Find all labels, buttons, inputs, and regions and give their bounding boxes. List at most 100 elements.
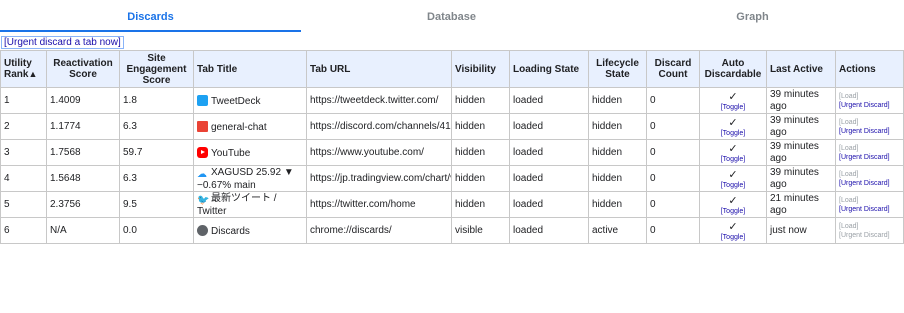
discard-count-cell: 0 xyxy=(646,165,700,192)
visibility-cell: visible xyxy=(451,217,510,244)
toggle-link[interactable]: [Toggle] xyxy=(703,233,763,242)
engagement-cell: 1.8 xyxy=(119,87,194,114)
loading-cell: loaded xyxy=(509,139,589,166)
discards-table: Utility Rank▲ Reactivation Score Site En… xyxy=(0,50,904,244)
tab-title: XAGUSD 25.92 ▼ −0.67% main xyxy=(197,166,294,191)
title-cell: general-chat xyxy=(193,113,307,140)
checkmark-icon: ✓ xyxy=(728,90,738,103)
last-active-cell: 39 minutes ago xyxy=(766,113,836,140)
header-loading-state[interactable]: Loading State xyxy=(509,50,589,88)
last-active-cell: 39 minutes ago xyxy=(766,165,836,192)
table-row: 4 1.5648 6.3 ☁ XAGUSD 25.92 ▼ −0.67% main… xyxy=(0,165,904,192)
header-tab-url[interactable]: Tab URL xyxy=(306,50,452,88)
rank-cell: 6 xyxy=(0,217,47,244)
loading-cell: loaded xyxy=(509,165,589,192)
tab-title: general-chat xyxy=(211,121,267,133)
actions-cell: [Load] [Urgent Discard] xyxy=(835,87,904,114)
lifecycle-cell: hidden xyxy=(588,191,647,218)
discard-count-cell: 0 xyxy=(646,191,700,218)
visibility-cell: hidden xyxy=(451,113,510,140)
url-cell: https://tweetdeck.twitter.com/ xyxy=(306,87,452,114)
toggle-link[interactable]: [Toggle] xyxy=(703,129,763,138)
header-actions: Actions xyxy=(835,50,904,88)
reactivation-cell: 1.7568 xyxy=(46,139,120,166)
actions-cell: [Load] [Urgent Discard] xyxy=(835,139,904,166)
url-cell: https://twitter.com/home xyxy=(306,191,452,218)
title-cell: ☁ XAGUSD 25.92 ▼ −0.67% main xyxy=(193,165,307,192)
discord-icon xyxy=(197,120,208,132)
urgent-discard-link: [Urgent Discard] xyxy=(839,231,890,239)
last-active-cell: 39 minutes ago xyxy=(766,139,836,166)
tweetdeck-icon xyxy=(197,94,208,106)
tab-discards[interactable]: Discards xyxy=(0,0,301,32)
table-header-row: Utility Rank▲ Reactivation Score Site En… xyxy=(0,50,904,88)
engagement-cell: 59.7 xyxy=(119,139,194,166)
actions-cell: [Load] [Urgent Discard] xyxy=(835,191,904,218)
visibility-cell: hidden xyxy=(451,191,510,218)
table-row: 3 1.7568 59.7 YouTube https://www.youtub… xyxy=(0,139,904,166)
title-cell: 🐦 最新ツイート / Twitter xyxy=(193,191,307,218)
load-link: [Load] xyxy=(839,144,859,152)
urgent-discard-link[interactable]: [Urgent Discard] xyxy=(839,179,900,188)
rank-cell: 2 xyxy=(0,113,47,140)
urgent-discard-now-link[interactable]: [Urgent discard a tab now] xyxy=(1,36,124,49)
header-tab-title[interactable]: Tab Title xyxy=(193,50,307,88)
header-last-active[interactable]: Last Active xyxy=(766,50,836,88)
reactivation-cell: 1.4009 xyxy=(46,87,120,114)
lifecycle-cell: active xyxy=(588,217,647,244)
urgent-discard-link[interactable]: [Urgent Discard] xyxy=(839,153,900,162)
header-utility-rank[interactable]: Utility Rank▲ xyxy=(0,50,47,88)
header-auto-discardable[interactable]: Auto Discardable xyxy=(699,50,767,88)
toggle-link[interactable]: [Toggle] xyxy=(703,181,763,190)
engagement-cell: 6.3 xyxy=(119,165,194,192)
engagement-cell: 0.0 xyxy=(119,217,194,244)
table-row: 2 1.1774 6.3 general-chat https://discor… xyxy=(0,113,904,140)
discard-count-cell: 0 xyxy=(646,113,700,140)
toggle-link[interactable]: [Toggle] xyxy=(703,155,763,164)
tab-title: YouTube xyxy=(211,147,251,159)
youtube-icon xyxy=(197,146,208,158)
table-row: 6 N/A 0.0 Discards chrome://discards/ vi… xyxy=(0,217,904,244)
lifecycle-cell: hidden xyxy=(588,87,647,114)
header-visibility[interactable]: Visibility xyxy=(451,50,510,88)
header-site-engagement-score[interactable]: Site Engagement Score xyxy=(119,50,194,88)
header-discard-count[interactable]: Discard Count xyxy=(646,50,700,88)
actions-cell: [Load] [Urgent Discard] xyxy=(835,113,904,140)
urgent-discard-link[interactable]: [Urgent Discard] xyxy=(839,205,900,214)
twitter-icon: 🐦 xyxy=(197,194,210,206)
toggle-link[interactable]: [Toggle] xyxy=(703,103,763,112)
load-link: [Load] xyxy=(839,196,859,204)
urgent-discard-link[interactable]: [Urgent Discard] xyxy=(839,127,900,136)
visibility-cell: hidden xyxy=(451,87,510,114)
reactivation-cell: 1.5648 xyxy=(46,165,120,192)
url-cell: https://jp.tradingview.com/chart/vg xyxy=(306,165,452,192)
engagement-cell: 9.5 xyxy=(119,191,194,218)
reactivation-cell: 2.3756 xyxy=(46,191,120,218)
rank-cell: 1 xyxy=(0,87,47,114)
auto-discardable-cell: ✓ [Toggle] xyxy=(699,165,767,192)
loading-cell: loaded xyxy=(509,191,589,218)
auto-discardable-cell: ✓ [Toggle] xyxy=(699,217,767,244)
loading-cell: loaded xyxy=(509,217,589,244)
header-reactivation-score[interactable]: Reactivation Score xyxy=(46,50,120,88)
tab-database[interactable]: Database xyxy=(301,0,602,32)
auto-discardable-cell: ✓ [Toggle] xyxy=(699,191,767,218)
lifecycle-cell: hidden xyxy=(588,165,647,192)
reactivation-cell: N/A xyxy=(46,217,120,244)
actions-cell: [Load] [Urgent Discard] xyxy=(835,165,904,192)
actions-cell: [Load] [Urgent Discard] xyxy=(835,217,904,244)
visibility-cell: hidden xyxy=(451,139,510,166)
auto-discardable-cell: ✓ [Toggle] xyxy=(699,113,767,140)
rank-cell: 5 xyxy=(0,191,47,218)
tab-title: TweetDeck xyxy=(211,95,261,107)
lifecycle-cell: hidden xyxy=(588,113,647,140)
toggle-link[interactable]: [Toggle] xyxy=(703,207,763,216)
loading-cell: loaded xyxy=(509,113,589,140)
urgent-discard-link[interactable]: [Urgent Discard] xyxy=(839,101,900,110)
url-cell: https://www.youtube.com/ xyxy=(306,139,452,166)
header-lifecycle-state[interactable]: Lifecycle State xyxy=(588,50,647,88)
visibility-cell: hidden xyxy=(451,165,510,192)
tab-graph[interactable]: Graph xyxy=(602,0,903,32)
title-cell: TweetDeck xyxy=(193,87,307,114)
title-cell: Discards xyxy=(193,217,307,244)
